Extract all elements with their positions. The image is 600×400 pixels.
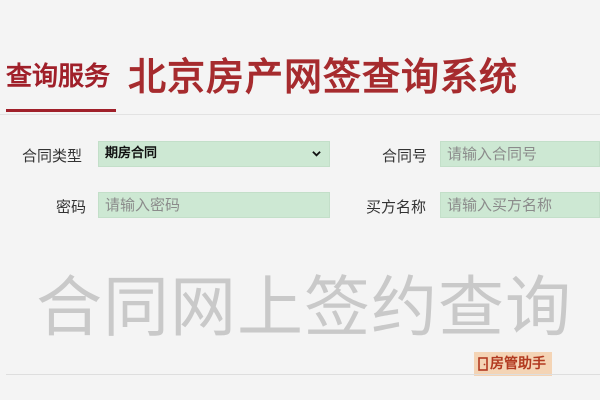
contract-no-input[interactable] [440,141,600,167]
app-badge[interactable]: 房管助手 [474,352,552,376]
header: 查询服务 北京房产网签查询系统 [0,0,600,116]
chevron-down-icon [312,151,321,157]
contract-type-label: 合同类型 [22,147,83,165]
page: 查询服务 北京房产网签查询系统 合同类型 期房合同 合同号 密码 买方名称 合同… [0,0,600,400]
buyer-name-label: 买方名称 [366,198,427,216]
badge-label: 房管助手 [490,356,546,372]
footer-divider [6,374,600,375]
door-icon [478,357,488,371]
buyer-name-input[interactable] [440,192,600,218]
header-divider [0,114,600,115]
section-tag: 查询服务 [6,62,111,92]
contract-type-select[interactable]: 期房合同 [98,141,330,167]
watermark-text: 合同网上签约查询 [36,269,572,346]
password-input[interactable] [98,192,330,218]
password-label: 密码 [56,198,87,216]
section-tag-underline [6,109,116,112]
contract-type-selected-value: 期房合同 [105,146,158,161]
contract-no-label: 合同号 [382,147,428,165]
system-title: 北京房产网签查询系统 [128,55,519,99]
